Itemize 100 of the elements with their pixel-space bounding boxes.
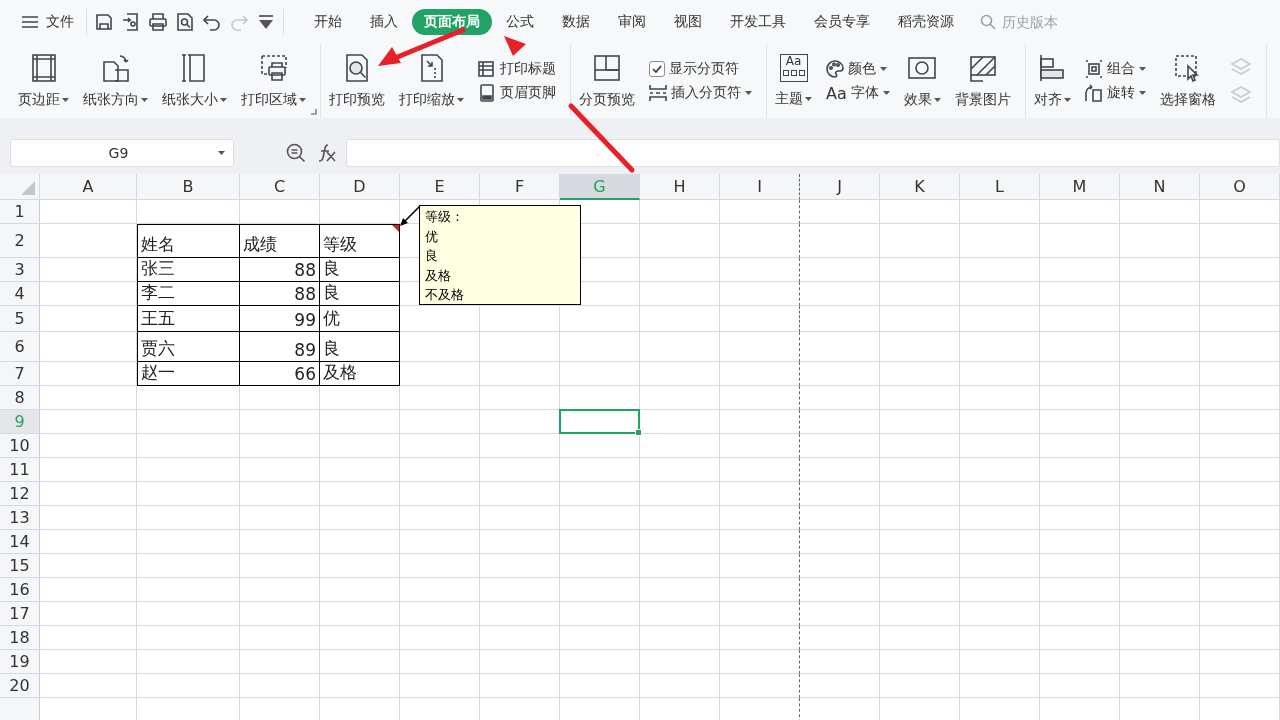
ribbon-button[interactable]: 页边距 — [18, 51, 69, 111]
empty-cell[interactable] — [720, 674, 800, 698]
empty-cell[interactable] — [720, 506, 800, 530]
empty-cell[interactable] — [720, 602, 800, 626]
ribbon-button[interactable]: 插入分页符 — [649, 84, 752, 102]
checkbox[interactable] — [649, 61, 665, 77]
row-header[interactable]: 13 — [0, 506, 40, 530]
show-page-breaks-checkbox[interactable]: 显示分页符 — [649, 60, 752, 78]
row-header[interactable]: 4 — [0, 282, 40, 306]
row-header[interactable]: 7 — [0, 362, 40, 386]
select-all-corner[interactable] — [0, 174, 40, 200]
ribbon-button[interactable]: 组合 — [1084, 60, 1146, 78]
column-header[interactable]: C — [240, 174, 320, 200]
ribbon-button[interactable]: Aa 主题 — [775, 52, 812, 110]
ribbon-tab[interactable]: 开发工具 — [716, 9, 800, 35]
ribbon-tab[interactable]: 开始 — [300, 9, 356, 35]
ribbon-button[interactable]: 纸张大小 — [162, 51, 227, 111]
empty-cell[interactable] — [720, 362, 800, 386]
row-header[interactable]: 20 — [0, 674, 40, 698]
dropdown-button[interactable] — [257, 13, 275, 31]
ribbon-tab[interactable]: 视图 — [660, 9, 716, 35]
row-header[interactable]: 11 — [0, 458, 40, 482]
column-header[interactable]: E — [400, 174, 480, 200]
ribbon-tab[interactable]: 稻壳资源 — [884, 9, 968, 35]
ribbon-button[interactable]: Aa 字体 — [826, 83, 890, 103]
row-header[interactable]: 12 — [0, 482, 40, 506]
empty-cell[interactable] — [720, 410, 800, 434]
column-header[interactable]: J — [800, 174, 880, 200]
empty-cell[interactable] — [720, 434, 800, 458]
header-cell: 等级 — [320, 224, 400, 258]
row-header[interactable]: 10 — [0, 434, 40, 458]
empty-cell[interactable] — [720, 530, 800, 554]
column-header[interactable]: M — [1040, 174, 1120, 200]
ribbon-button[interactable]: 纸张方向 — [83, 51, 148, 111]
ribbon-button[interactable]: 打印标题 — [478, 60, 556, 78]
history-search[interactable]: 历史版本 — [980, 13, 1084, 31]
row-header[interactable]: 5 — [0, 306, 40, 332]
ribbon-button[interactable]: 背景图片 — [954, 51, 1011, 111]
formula-input[interactable] — [346, 139, 1280, 167]
name-box[interactable]: G9 — [10, 139, 234, 167]
file-menu[interactable]: 文件 — [18, 9, 78, 35]
ribbon-button[interactable]: 打印区域 — [241, 51, 306, 111]
column-header[interactable]: L — [960, 174, 1040, 200]
empty-cell[interactable] — [720, 258, 800, 282]
ribbon-button[interactable]: 旋转 — [1084, 84, 1146, 102]
empty-cell[interactable] — [720, 282, 800, 306]
row-header[interactable]: 3 — [0, 258, 40, 282]
empty-cell[interactable] — [720, 458, 800, 482]
column-header[interactable]: H — [640, 174, 720, 200]
row-header[interactable]: 18 — [0, 626, 40, 650]
empty-cell[interactable] — [720, 578, 800, 602]
row-header[interactable]: 19 — [0, 650, 40, 674]
empty-cell[interactable] — [720, 650, 800, 674]
ribbon-tab[interactable]: 会员专享 — [800, 9, 884, 35]
column-header[interactable]: F — [480, 174, 560, 200]
empty-cell[interactable] — [720, 200, 800, 224]
row-header[interactable]: 15 — [0, 554, 40, 578]
ribbon-button[interactable]: 选择窗格 — [1159, 51, 1216, 111]
empty-cell[interactable] — [720, 224, 800, 258]
ribbon-button[interactable]: 颜色 — [826, 59, 890, 78]
ribbon-button[interactable]: 打印预览 — [329, 51, 385, 111]
row-header[interactable] — [0, 698, 40, 720]
row-header[interactable]: 8 — [0, 386, 40, 410]
empty-cell[interactable] — [720, 554, 800, 578]
ribbon-button[interactable]: 打印缩放 — [399, 51, 464, 111]
column-header[interactable]: I — [720, 174, 800, 200]
print-icon — [149, 13, 167, 31]
row-header[interactable]: 16 — [0, 578, 40, 602]
column-header[interactable]: K — [880, 174, 960, 200]
column-header[interactable]: B — [137, 174, 240, 200]
print-preview-button[interactable] — [176, 13, 194, 31]
undo-button[interactable] — [203, 13, 221, 31]
caret-icon — [220, 98, 227, 102]
column-header[interactable]: N — [1120, 174, 1200, 200]
export-button[interactable] — [122, 13, 140, 31]
ribbon-button[interactable]: 分页预览 — [579, 51, 635, 111]
row-header[interactable]: 14 — [0, 530, 40, 554]
row-header[interactable]: 2 — [0, 224, 40, 258]
empty-cell[interactable] — [720, 626, 800, 650]
save-button[interactable] — [95, 13, 113, 31]
caret-icon — [880, 66, 887, 71]
row-header[interactable]: 1 — [0, 200, 40, 224]
ribbon-button[interactable]: 效果 — [903, 51, 941, 111]
ribbon-tab[interactable]: 插入 — [356, 9, 412, 35]
ribbon-tab[interactable]: 审阅 — [604, 9, 660, 35]
ribbon-button[interactable]: 对齐 — [1033, 51, 1071, 111]
selected-cell[interactable] — [559, 409, 640, 434]
empty-cell[interactable] — [720, 306, 800, 332]
column-header[interactable]: O — [1200, 174, 1280, 200]
empty-cell[interactable] — [720, 332, 800, 362]
ribbon-tab[interactable]: 公式 — [492, 9, 548, 35]
column-header[interactable]: D — [320, 174, 400, 200]
empty-cell[interactable] — [720, 482, 800, 506]
ribbon-button[interactable]: 页眉页脚 — [478, 84, 556, 102]
ribbon-tab[interactable]: 数据 — [548, 9, 604, 35]
empty-cell[interactable] — [720, 386, 800, 410]
row-header[interactable]: 6 — [0, 332, 40, 362]
row-header[interactable]: 17 — [0, 602, 40, 626]
print-button[interactable] — [149, 13, 167, 31]
column-header[interactable]: A — [40, 174, 137, 200]
